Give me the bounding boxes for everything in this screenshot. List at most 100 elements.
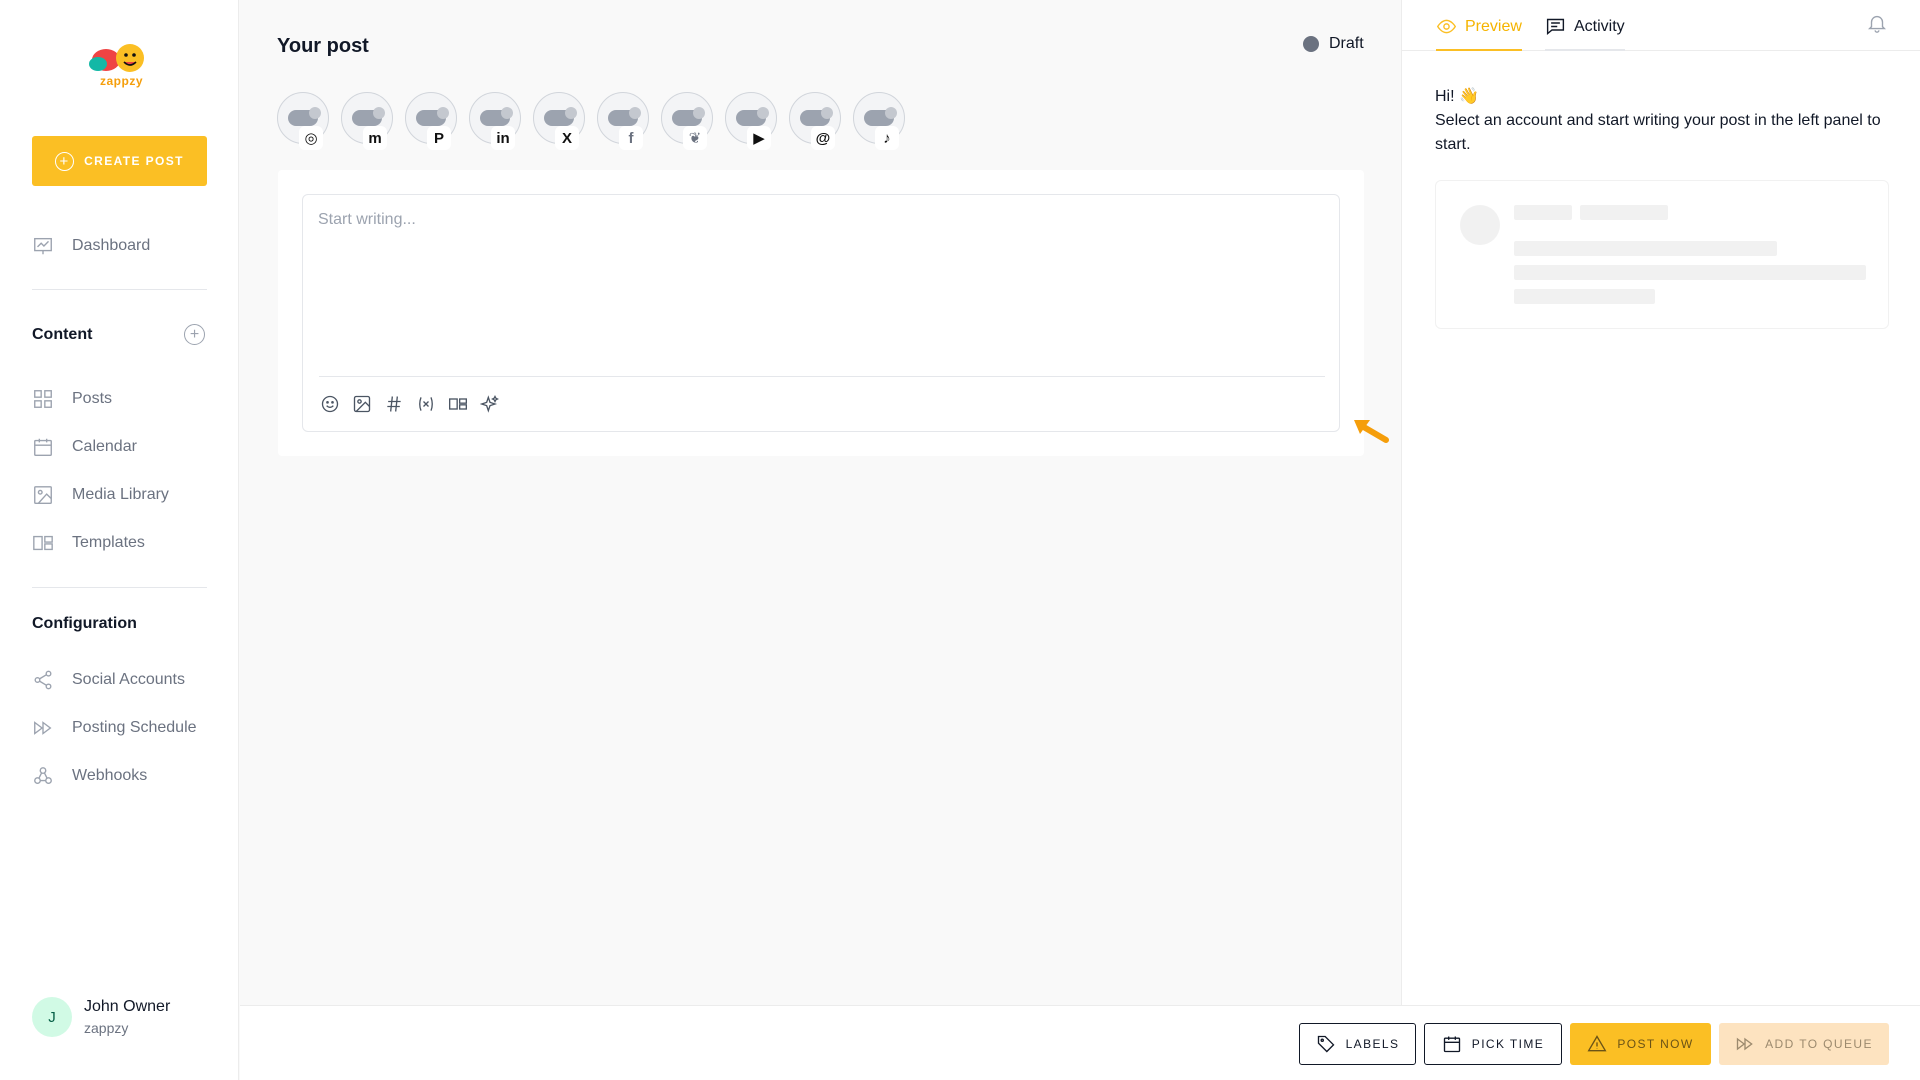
account-tiktok[interactable]: ♪ <box>853 92 905 150</box>
bluesky-icon: ❦ <box>683 126 707 150</box>
zappzy-mini-logo <box>736 107 769 126</box>
sidebar-divider <box>32 289 207 290</box>
user-profile[interactable]: J John Owner zappzy <box>32 997 170 1037</box>
preview-panel: Preview Activity Hi! 👋 Select an account… <box>1401 0 1920 1005</box>
zappzy-mini-logo <box>544 107 577 126</box>
editor-divider <box>319 376 1325 377</box>
nav-media-library[interactable]: Media Library <box>32 484 169 506</box>
action-bar: LABELS PICK TIME POST NOW ADD TO QUEUE <box>240 1005 1920 1080</box>
nav-posts[interactable]: Posts <box>32 388 112 410</box>
nav-posts-label: Posts <box>72 390 113 407</box>
account-youtube[interactable]: ▶ <box>725 92 777 150</box>
nav-webhooks[interactable]: Webhooks <box>32 765 147 787</box>
post-text-input[interactable] <box>318 211 1318 361</box>
eye-icon <box>1436 19 1457 34</box>
pick-time-button[interactable]: PICK TIME <box>1424 1023 1562 1065</box>
post-now-button-label: POST NOW <box>1617 1037 1694 1051</box>
account-x[interactable]: X <box>533 92 585 150</box>
template-icon[interactable] <box>447 393 469 415</box>
zappzy-mini-logo <box>352 107 385 126</box>
nav-media-library-label: Media Library <box>72 486 169 503</box>
account-instagram[interactable]: ◎ <box>277 92 329 150</box>
youtube-icon: ▶ <box>747 126 771 150</box>
zappzy-mini-logo <box>608 107 641 126</box>
tab-preview[interactable]: Preview <box>1436 16 1522 51</box>
plus-circle-icon: + <box>55 151 75 171</box>
zappzy-mini-logo <box>480 107 513 126</box>
comment-icon <box>1546 18 1565 35</box>
account-linkedin[interactable]: in <box>469 92 521 150</box>
preview-message: Hi! 👋 Select an account and start writin… <box>1435 85 1885 157</box>
nav-calendar[interactable]: Calendar <box>32 436 137 458</box>
tab-activity[interactable]: Activity <box>1545 16 1625 51</box>
account-mastodon[interactable]: m <box>341 92 393 150</box>
tiktok-icon: ♪ <box>875 126 899 150</box>
status-label: Draft <box>1329 35 1364 52</box>
zappzy-mini-logo <box>672 107 705 126</box>
content-section-title: Content <box>32 326 93 343</box>
ai-sparkles-icon[interactable] <box>479 393 501 415</box>
nav-webhooks-label: Webhooks <box>72 767 148 784</box>
webhook-icon <box>34 767 52 785</box>
post-now-button[interactable]: POST NOW <box>1570 1023 1711 1065</box>
skeleton-line <box>1514 205 1572 220</box>
linkedin-icon: in <box>491 126 515 150</box>
sidebar: zappzy + CREATE POST Dashboard Content +… <box>0 0 239 1080</box>
skeleton-line <box>1514 241 1777 256</box>
nav-dashboard[interactable]: Dashboard <box>32 235 150 257</box>
pointer-arrow-icon <box>1354 420 1389 443</box>
hashtag-icon[interactable] <box>383 393 405 415</box>
nav-posting-schedule[interactable]: Posting Schedule <box>32 717 197 739</box>
nav-social-accounts[interactable]: Social Accounts <box>32 669 185 691</box>
post-composer: Your post Draft ◎ m Pin Xf ❦ ▶ @ ♪ <box>240 0 1401 1005</box>
labels-button-label: LABELS <box>1345 1037 1400 1051</box>
dashboard-chart-icon <box>34 237 52 255</box>
editor <box>302 194 1340 432</box>
templates-icon <box>33 535 53 551</box>
x-icon: X <box>555 126 579 150</box>
sidebar-divider <box>32 587 207 588</box>
nav-calendar-label: Calendar <box>72 438 137 455</box>
skeleton-avatar <box>1460 205 1500 245</box>
preview-skeleton <box>1435 180 1889 329</box>
add-to-queue-button[interactable]: ADD TO QUEUE <box>1719 1023 1889 1065</box>
zappzy-mini-logo <box>288 107 321 126</box>
user-org: zappzy <box>84 1020 129 1036</box>
grid-icon <box>34 390 52 408</box>
fast-forward-icon <box>34 721 52 735</box>
pinterest-icon: P <box>427 126 451 150</box>
labels-button[interactable]: LABELS <box>1299 1023 1416 1065</box>
editor-card <box>278 170 1364 456</box>
add-to-queue-button-label: ADD TO QUEUE <box>1765 1037 1873 1051</box>
status-badge: Draft <box>1303 35 1364 53</box>
nav-templates[interactable]: Templates <box>32 532 145 554</box>
preview-tabs: Preview Activity <box>1402 0 1920 51</box>
greeting: Hi! 👋 <box>1435 88 1479 105</box>
add-content-button[interactable]: + <box>184 324 205 345</box>
calendar-icon <box>1443 1036 1460 1053</box>
threads-icon: @ <box>811 126 835 150</box>
editor-toolbar <box>319 393 501 415</box>
image-icon[interactable] <box>351 393 373 415</box>
account-bluesky[interactable]: ❦ <box>661 92 713 150</box>
nav-posting-schedule-label: Posting Schedule <box>72 719 197 736</box>
variable-icon[interactable] <box>415 393 437 415</box>
skeleton-line <box>1514 289 1655 304</box>
bell-icon[interactable] <box>1866 12 1888 34</box>
account-pinterest[interactable]: P <box>405 92 457 150</box>
create-post-button[interactable]: + CREATE POST <box>32 136 207 186</box>
skeleton-line <box>1580 205 1668 220</box>
facebook-icon: f <box>619 126 643 150</box>
tag-icon <box>1317 1035 1335 1053</box>
account-facebook[interactable]: f <box>597 92 649 150</box>
emoji-icon[interactable] <box>319 393 341 415</box>
instagram-icon: ◎ <box>299 126 323 150</box>
warning-icon <box>1587 1035 1607 1052</box>
mastodon-icon: m <box>363 126 387 150</box>
account-threads[interactable]: @ <box>789 92 841 150</box>
nav-social-accounts-label: Social Accounts <box>72 671 185 688</box>
skeleton-line <box>1514 265 1866 280</box>
user-name: John Owner <box>84 998 171 1015</box>
account-selector: ◎ m Pin Xf ❦ ▶ @ ♪ <box>277 92 905 150</box>
configuration-section-title: Configuration <box>32 615 137 632</box>
